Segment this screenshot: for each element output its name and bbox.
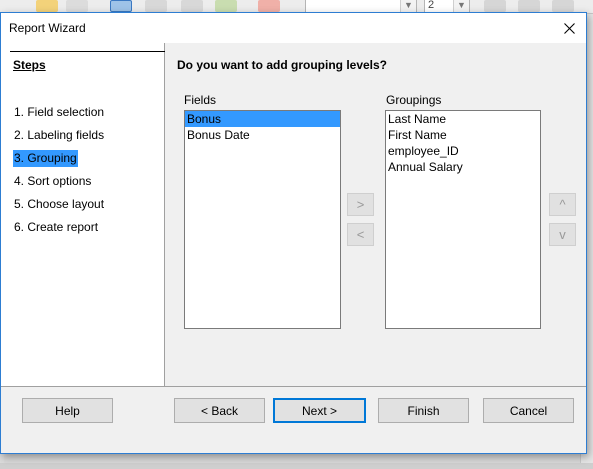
undo-icon[interactable] [36, 0, 58, 12]
font-size-value: 2 [428, 0, 435, 11]
form-icon[interactable] [145, 0, 167, 12]
report-wizard-dialog: Report Wizard Steps 1. Field selection 2… [0, 12, 587, 454]
add-grouping-button[interactable]: > [347, 193, 374, 216]
import-icon[interactable] [215, 0, 237, 12]
groupings-list-item[interactable]: Last Name [386, 111, 540, 127]
cancel-button-label: Cancel [509, 403, 548, 418]
help-button-label: Help [55, 403, 80, 418]
page-question: Do you want to add grouping levels? [177, 58, 388, 72]
next-button-label: Next > [301, 403, 337, 418]
step-create-report[interactable]: 6. Create report [13, 219, 99, 236]
char-icon[interactable] [552, 0, 574, 12]
finish-button[interactable]: Finish [378, 398, 469, 423]
report-icon[interactable] [181, 0, 203, 12]
font-color-icon[interactable] [484, 0, 506, 12]
groupings-label-text: Groupings [386, 93, 442, 107]
groupings-list-item[interactable]: First Name [386, 127, 540, 143]
help-lifebuoy-icon[interactable] [258, 0, 280, 12]
back-button[interactable]: < Back [174, 398, 265, 423]
table-icon[interactable] [110, 0, 132, 12]
step-labeling-fields[interactable]: 2. Labeling fields [13, 127, 105, 144]
footer-separator [1, 386, 586, 387]
close-button[interactable] [552, 13, 586, 43]
move-up-button[interactable]: ^ [549, 193, 576, 216]
close-icon [563, 22, 575, 34]
redo-icon[interactable] [66, 0, 88, 12]
finish-button-label: Finish [407, 403, 440, 418]
steps-panel: Steps 1. Field selection 2. Labeling fie… [1, 43, 165, 386]
chevron-down-icon: ▼ [453, 0, 469, 12]
back-button-label: < Back [200, 403, 239, 418]
fields-list-item[interactable]: Bonus Date [185, 127, 340, 143]
fields-list-item[interactable]: Bonus [185, 111, 340, 127]
move-down-button[interactable]: v [549, 223, 576, 246]
steps-title: Steps [13, 58, 46, 72]
step-grouping[interactable]: 3. Grouping [13, 150, 78, 167]
groupings-list-item[interactable]: Annual Salary [386, 159, 540, 175]
fields-list[interactable]: Bonus Bonus Date [184, 110, 341, 329]
remove-grouping-button[interactable]: < [347, 223, 374, 246]
groupings-label: Groupings [386, 93, 441, 107]
title-bar[interactable]: Report Wizard [1, 13, 586, 43]
window-title: Report Wizard [9, 21, 86, 35]
step-field-selection[interactable]: 1. Field selection [13, 104, 105, 121]
steps-separator [10, 51, 165, 52]
highlight-icon[interactable] [518, 0, 540, 12]
cancel-button[interactable]: Cancel [483, 398, 574, 423]
fields-label: Fields [184, 93, 216, 107]
background-bottom-edge [0, 463, 593, 469]
chevron-down-icon: ▼ [400, 0, 416, 12]
step-sort-options[interactable]: 4. Sort options [13, 173, 92, 190]
step-choose-layout[interactable]: 5. Choose layout [13, 196, 105, 213]
groupings-list[interactable]: Last Name First Name employee_ID Annual … [385, 110, 541, 329]
next-button[interactable]: Next > [273, 398, 366, 423]
groupings-list-item[interactable]: employee_ID [386, 143, 540, 159]
fields-label-text: Fields [184, 93, 217, 107]
help-button[interactable]: Help [22, 398, 113, 423]
